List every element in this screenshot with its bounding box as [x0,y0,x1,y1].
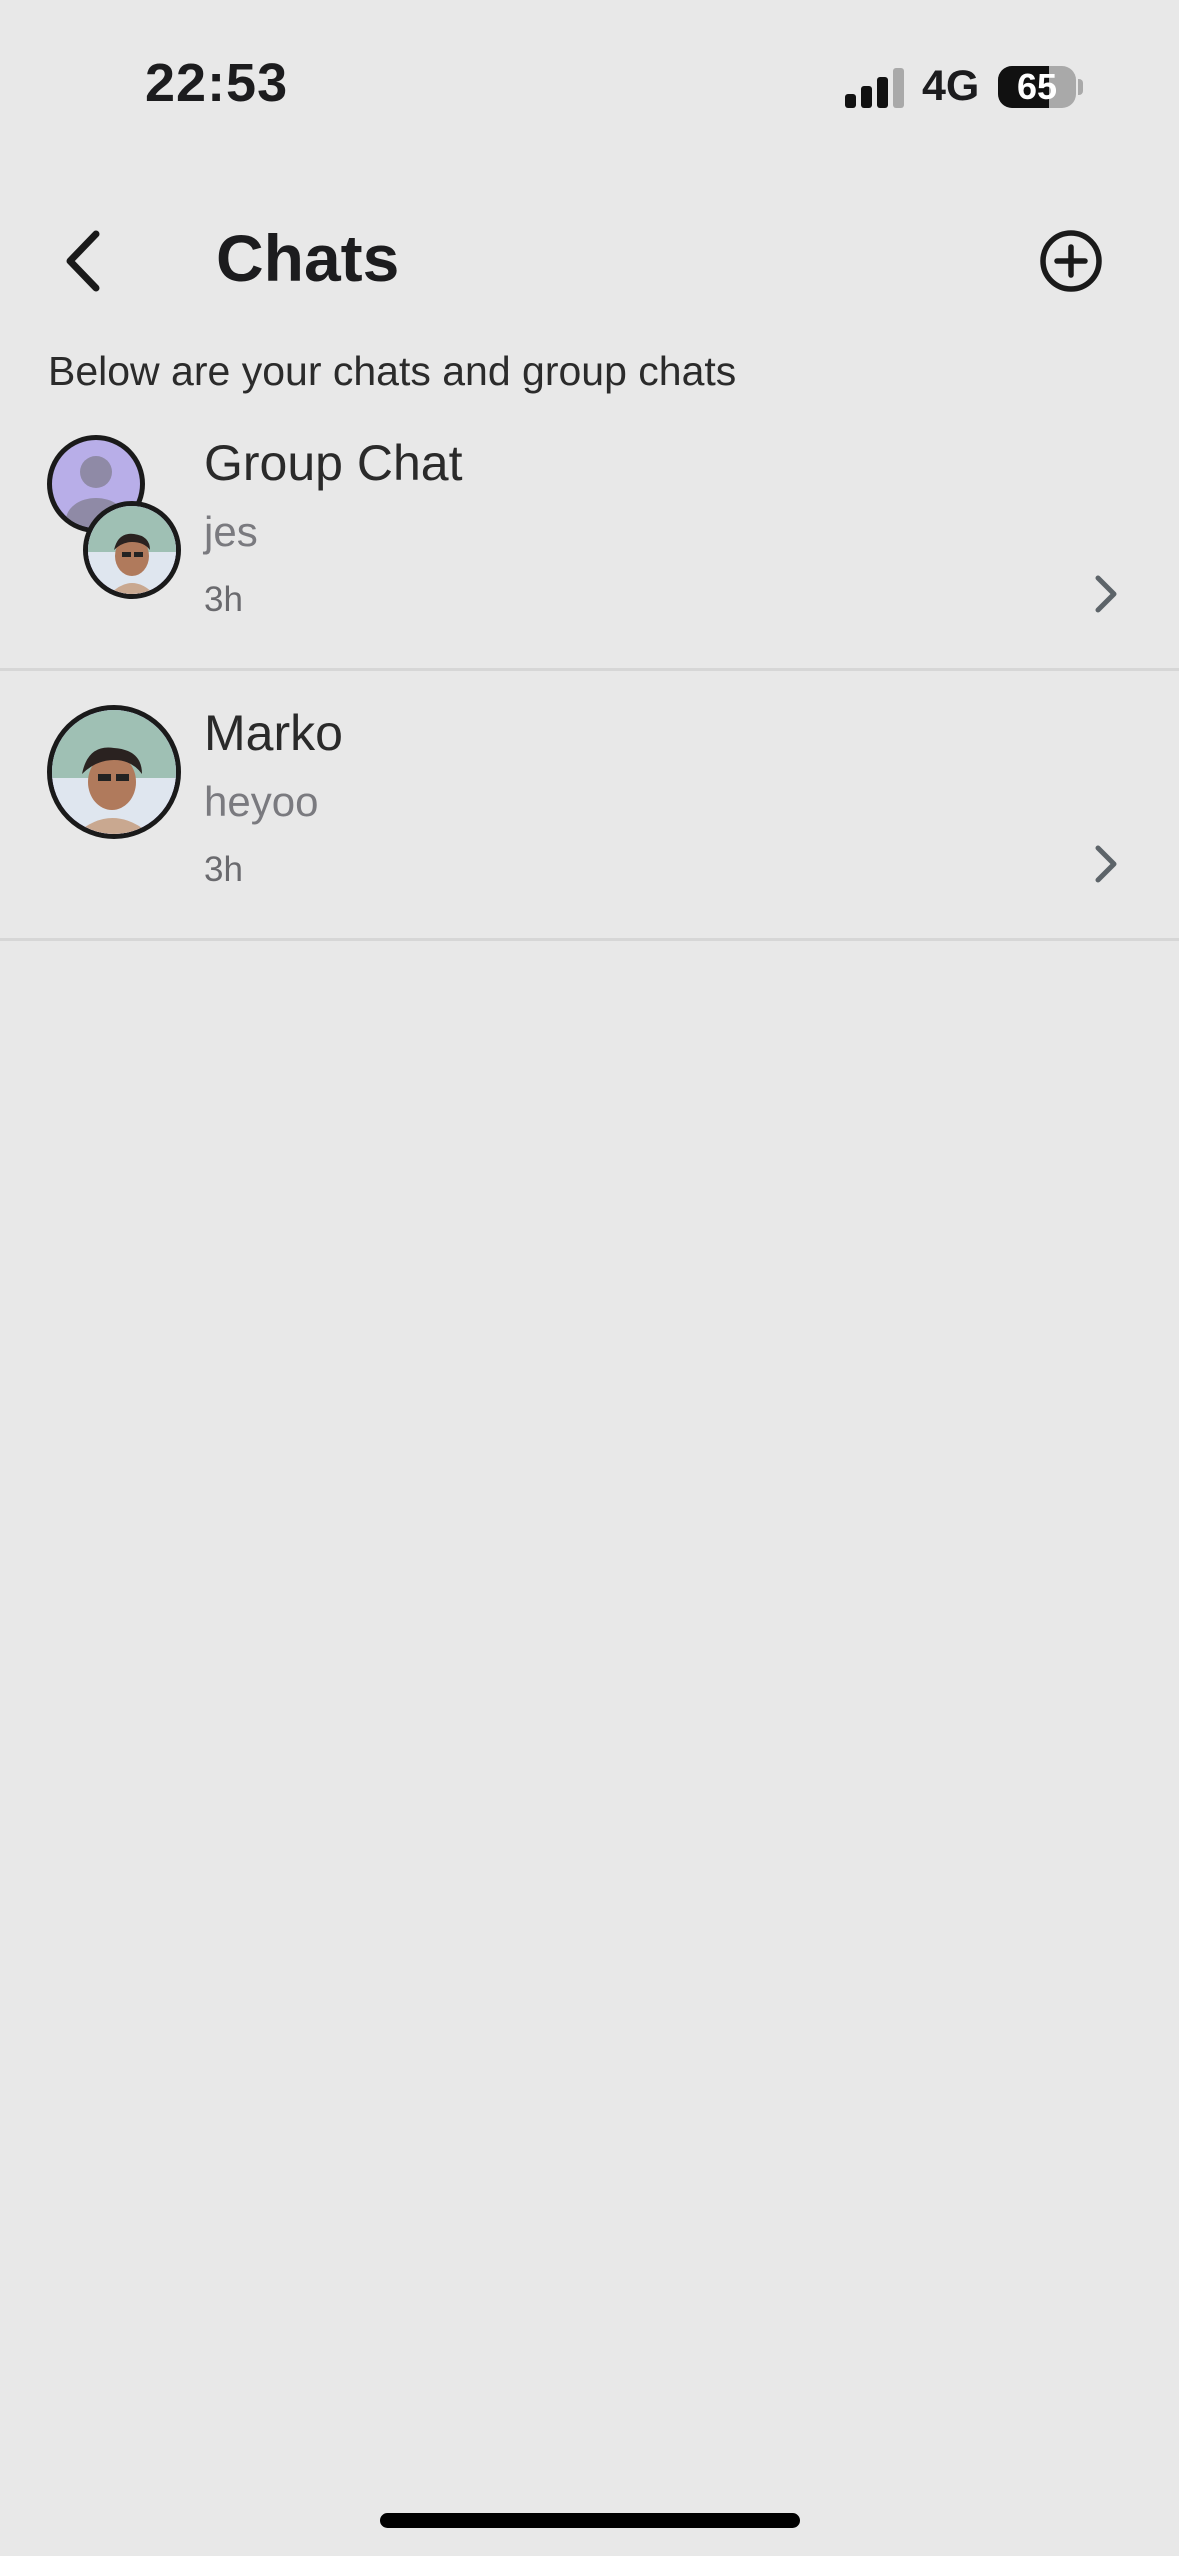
status-time: 22:53 [145,53,289,113]
chevron-left-icon [66,230,100,292]
home-indicator[interactable] [380,2513,800,2528]
back-button[interactable] [58,226,114,296]
chat-timestamp: 3h [204,580,243,619]
signal-strength-icon [845,66,905,108]
new-chat-button[interactable] [1038,228,1104,294]
chat-row-marko[interactable]: Marko heyoo 3h [0,670,1179,941]
chat-timestamp: 3h [204,850,243,889]
plus-circle-icon [1040,230,1102,292]
chat-name: Marko [204,705,343,761]
chat-last-message: jes [204,508,258,555]
chevron-right-icon [1095,575,1117,613]
page-title: Chats [216,221,400,295]
chat-name: Group Chat [204,435,463,491]
chat-last-message: heyoo [204,778,319,825]
battery-level: 65 [1016,66,1058,107]
battery-icon: 65 [998,66,1076,108]
battery-tip [1078,79,1083,95]
network-type: 4G [922,62,980,110]
page-subtitle: Below are your chats and group chats [48,348,737,394]
member-photo-avatar [83,501,181,599]
chats-screen: 22:53 4G 65 Chats Below are your chats a… [0,0,1179,2556]
chevron-right-icon [1095,845,1117,883]
chat-row-group-chat[interactable]: Group Chat jes 3h [0,400,1179,671]
contact-photo-avatar [47,705,181,839]
